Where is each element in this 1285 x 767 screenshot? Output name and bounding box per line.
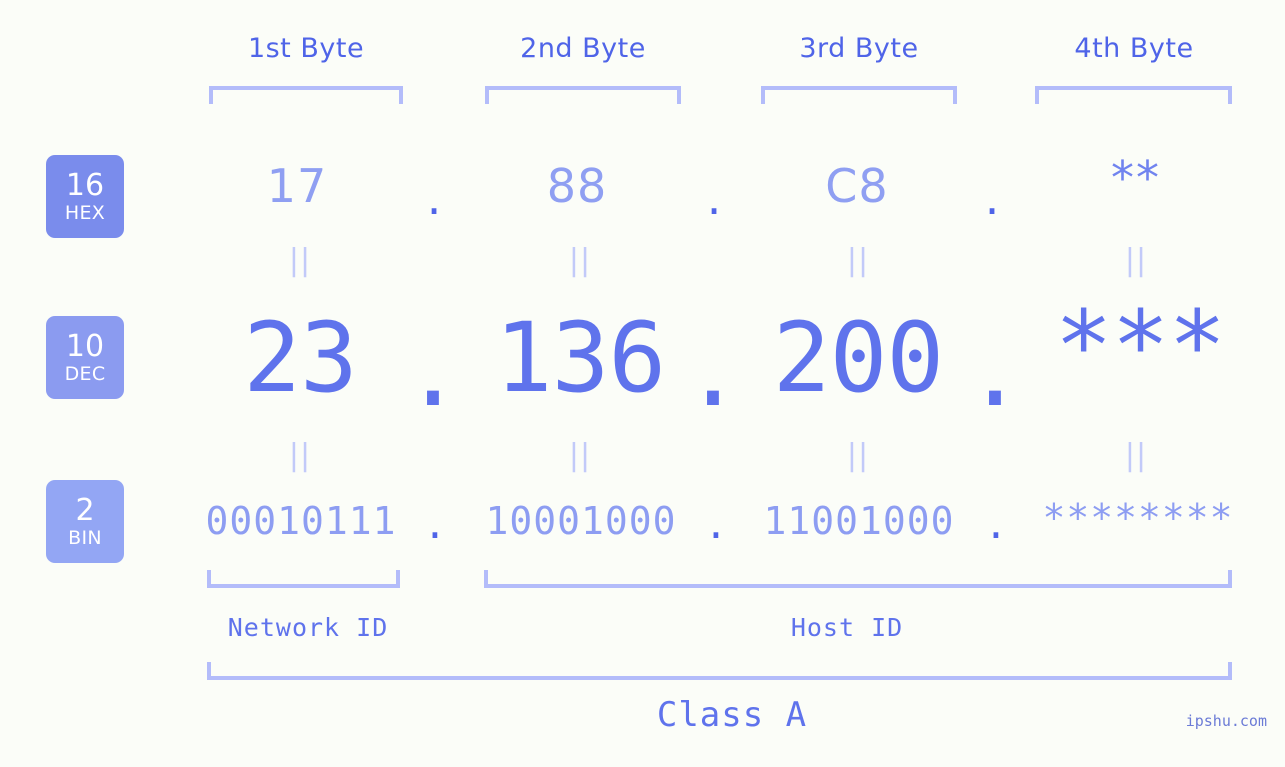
dec-byte-2: 136 <box>494 302 666 414</box>
hex-separator-3: . <box>984 171 1000 225</box>
hex-byte-4: ** <box>1111 151 1161 205</box>
network-id-bracket <box>207 570 400 588</box>
host-id-label: Host ID <box>790 613 904 642</box>
equals-mark-5: || <box>288 438 312 473</box>
radix-badge-dec-number: 10 <box>65 328 105 364</box>
dec-separator-1: . <box>404 316 462 428</box>
hex-separator-2: . <box>706 171 722 225</box>
hex-byte-2: 88 <box>546 159 608 213</box>
site-watermark: ipshu.com <box>1185 712 1267 730</box>
bin-byte-4: ******** <box>1042 496 1234 540</box>
bin-byte-2: 10001000 <box>485 499 677 543</box>
equals-mark-1: || <box>288 243 312 278</box>
dec-byte-4: *** <box>1054 290 1226 402</box>
class-bracket <box>207 662 1232 680</box>
bin-separator-1: . <box>423 503 447 547</box>
byte-header-label-4: 4th Byte <box>1074 33 1194 64</box>
radix-badge-dec-name: DEC <box>64 362 106 385</box>
radix-badge-dec: 10 DEC <box>46 316 124 399</box>
equals-mark-2: || <box>568 243 592 278</box>
radix-badge-bin-number: 2 <box>75 492 95 528</box>
radix-badge-bin-name: BIN <box>68 526 102 549</box>
radix-badge-bin: 2 BIN <box>46 480 124 563</box>
byte-bracket-2 <box>485 86 681 104</box>
equals-mark-3: || <box>846 243 870 278</box>
radix-badge-hex: 16 HEX <box>46 155 124 238</box>
dec-byte-1: 23 <box>243 302 358 414</box>
byte-header-label-3: 3rd Byte <box>799 33 919 64</box>
hex-byte-3: C8 <box>825 159 889 213</box>
byte-bracket-4 <box>1035 86 1232 104</box>
bin-separator-3: . <box>984 503 1008 547</box>
equals-mark-6: || <box>568 438 592 473</box>
network-id-label: Network ID <box>227 613 389 642</box>
byte-header-label-2: 2nd Byte <box>520 33 646 64</box>
equals-mark-4: || <box>1124 243 1148 278</box>
bin-byte-3: 11001000 <box>763 499 955 543</box>
radix-badge-hex-name: HEX <box>64 201 106 224</box>
host-id-bracket <box>484 570 1232 588</box>
bin-separator-2: . <box>704 503 728 547</box>
hex-separator-1: . <box>426 171 442 225</box>
dec-separator-2: . <box>684 316 742 428</box>
class-label: Class A <box>656 695 808 735</box>
byte-bracket-1 <box>209 86 403 104</box>
byte-header-label-1: 1st Byte <box>247 33 365 64</box>
byte-bracket-3 <box>761 86 957 104</box>
ip-byte-breakdown-diagram: 1st Byte 2nd Byte 3rd Byte 4th Byte 16 H… <box>0 0 1285 767</box>
hex-byte-1: 17 <box>266 159 328 213</box>
dec-byte-3: 200 <box>772 302 944 414</box>
equals-mark-8: || <box>1124 438 1148 473</box>
equals-mark-7: || <box>846 438 870 473</box>
dec-separator-3: . <box>966 316 1024 428</box>
radix-badge-hex-number: 16 <box>65 167 105 203</box>
bin-byte-1: 00010111 <box>205 499 397 543</box>
